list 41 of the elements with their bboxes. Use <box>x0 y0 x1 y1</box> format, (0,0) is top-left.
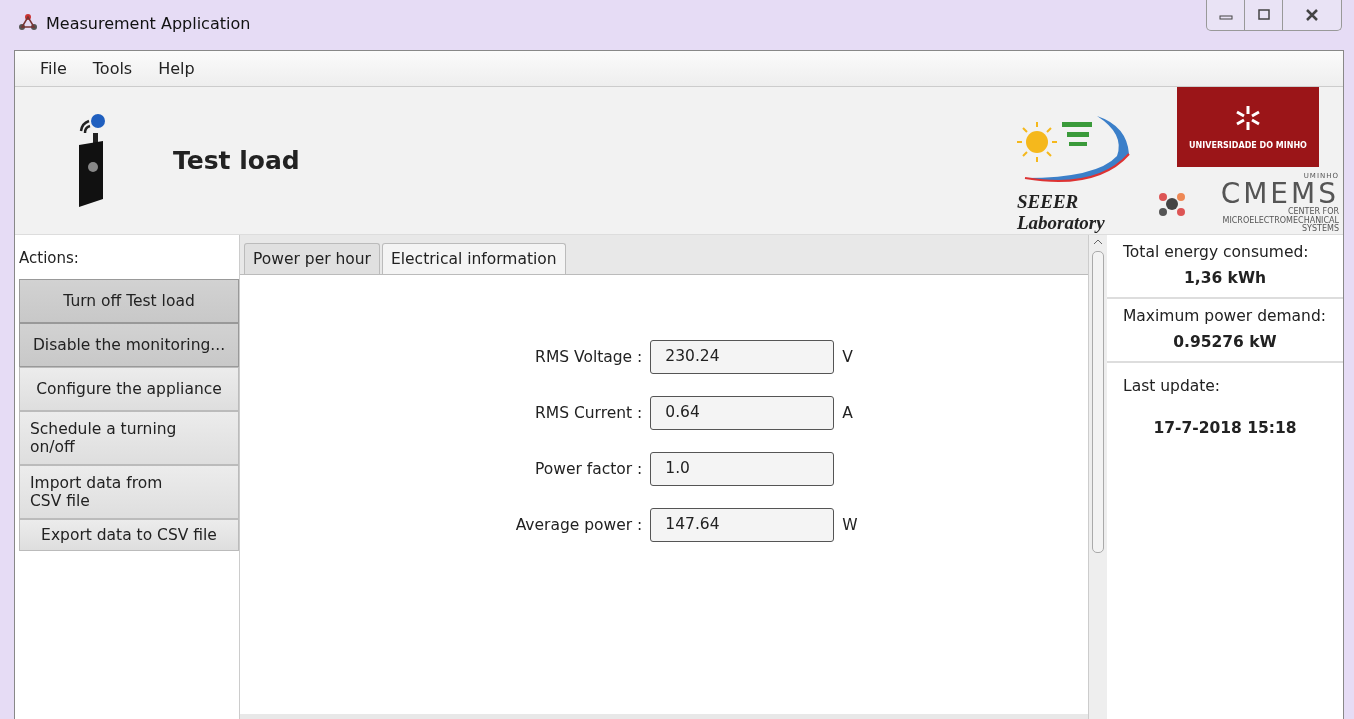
action-button[interactable]: Schedule a turning on/off <box>19 411 239 465</box>
summary-label: Maximum power demand: <box>1123 307 1327 325</box>
value-field[interactable]: 1.0 <box>650 452 835 486</box>
action-button[interactable]: Export data to CSV file <box>19 519 239 551</box>
action-button[interactable]: Configure the appliance <box>19 367 239 411</box>
summary-label: Total energy consumed: <box>1123 243 1310 261</box>
unit-label: W <box>842 516 859 534</box>
field-label: RMS Current : <box>534 404 643 422</box>
unit-label: V <box>842 348 854 366</box>
action-button[interactable]: Turn off Test load <box>19 279 239 323</box>
tab[interactable]: Electrical information <box>381 243 566 274</box>
value-field[interactable]: 0.64 <box>650 396 835 430</box>
field-label: Power factor : <box>533 460 643 478</box>
menu-item[interactable]: Help <box>158 59 195 78</box>
menu-item[interactable]: File <box>40 59 67 78</box>
close-icon[interactable] <box>1305 9 1319 21</box>
menu-item[interactable]: Tools <box>92 59 133 78</box>
lab-name: SEEER Laboratory <box>1017 192 1106 235</box>
action-button[interactable]: Import data from CSV file <box>19 465 239 519</box>
university-name: UNIVERSIDADE DO MINHO <box>1189 141 1307 151</box>
maximize-icon[interactable] <box>1256 9 1271 21</box>
field-label: RMS Voltage : <box>534 348 643 366</box>
summary-label: Last update: <box>1123 377 1222 395</box>
scroll-thumb[interactable] <box>1092 251 1104 553</box>
value-field[interactable]: 230.24 <box>650 340 835 374</box>
cmems-name: CMEMS <box>1220 179 1339 208</box>
summary-value: 1,36 kWh <box>1182 269 1268 287</box>
summary-value: 17-7-2018 15:18 <box>1152 419 1298 437</box>
cmems-subtitle: CENTER FOR MICROELECTROMECHANICAL SYSTEMS <box>1221 207 1339 235</box>
scrollbar[interactable] <box>1088 235 1107 719</box>
unit-label: A <box>842 404 854 422</box>
scroll-up-icon[interactable] <box>1093 239 1103 245</box>
actions-label: Actions: <box>19 248 80 269</box>
tab[interactable]: Power per hour <box>244 243 380 274</box>
window-title: Measurement Application <box>46 13 251 33</box>
summary-value: 0.95276 kW <box>1172 333 1278 351</box>
action-button[interactable]: Disable the monitoring... <box>19 323 239 367</box>
app-icon <box>18 13 38 33</box>
device-name: Test load <box>173 146 300 175</box>
value-field[interactable]: 147.64 <box>650 508 835 542</box>
field-label: Average power : <box>515 516 643 534</box>
